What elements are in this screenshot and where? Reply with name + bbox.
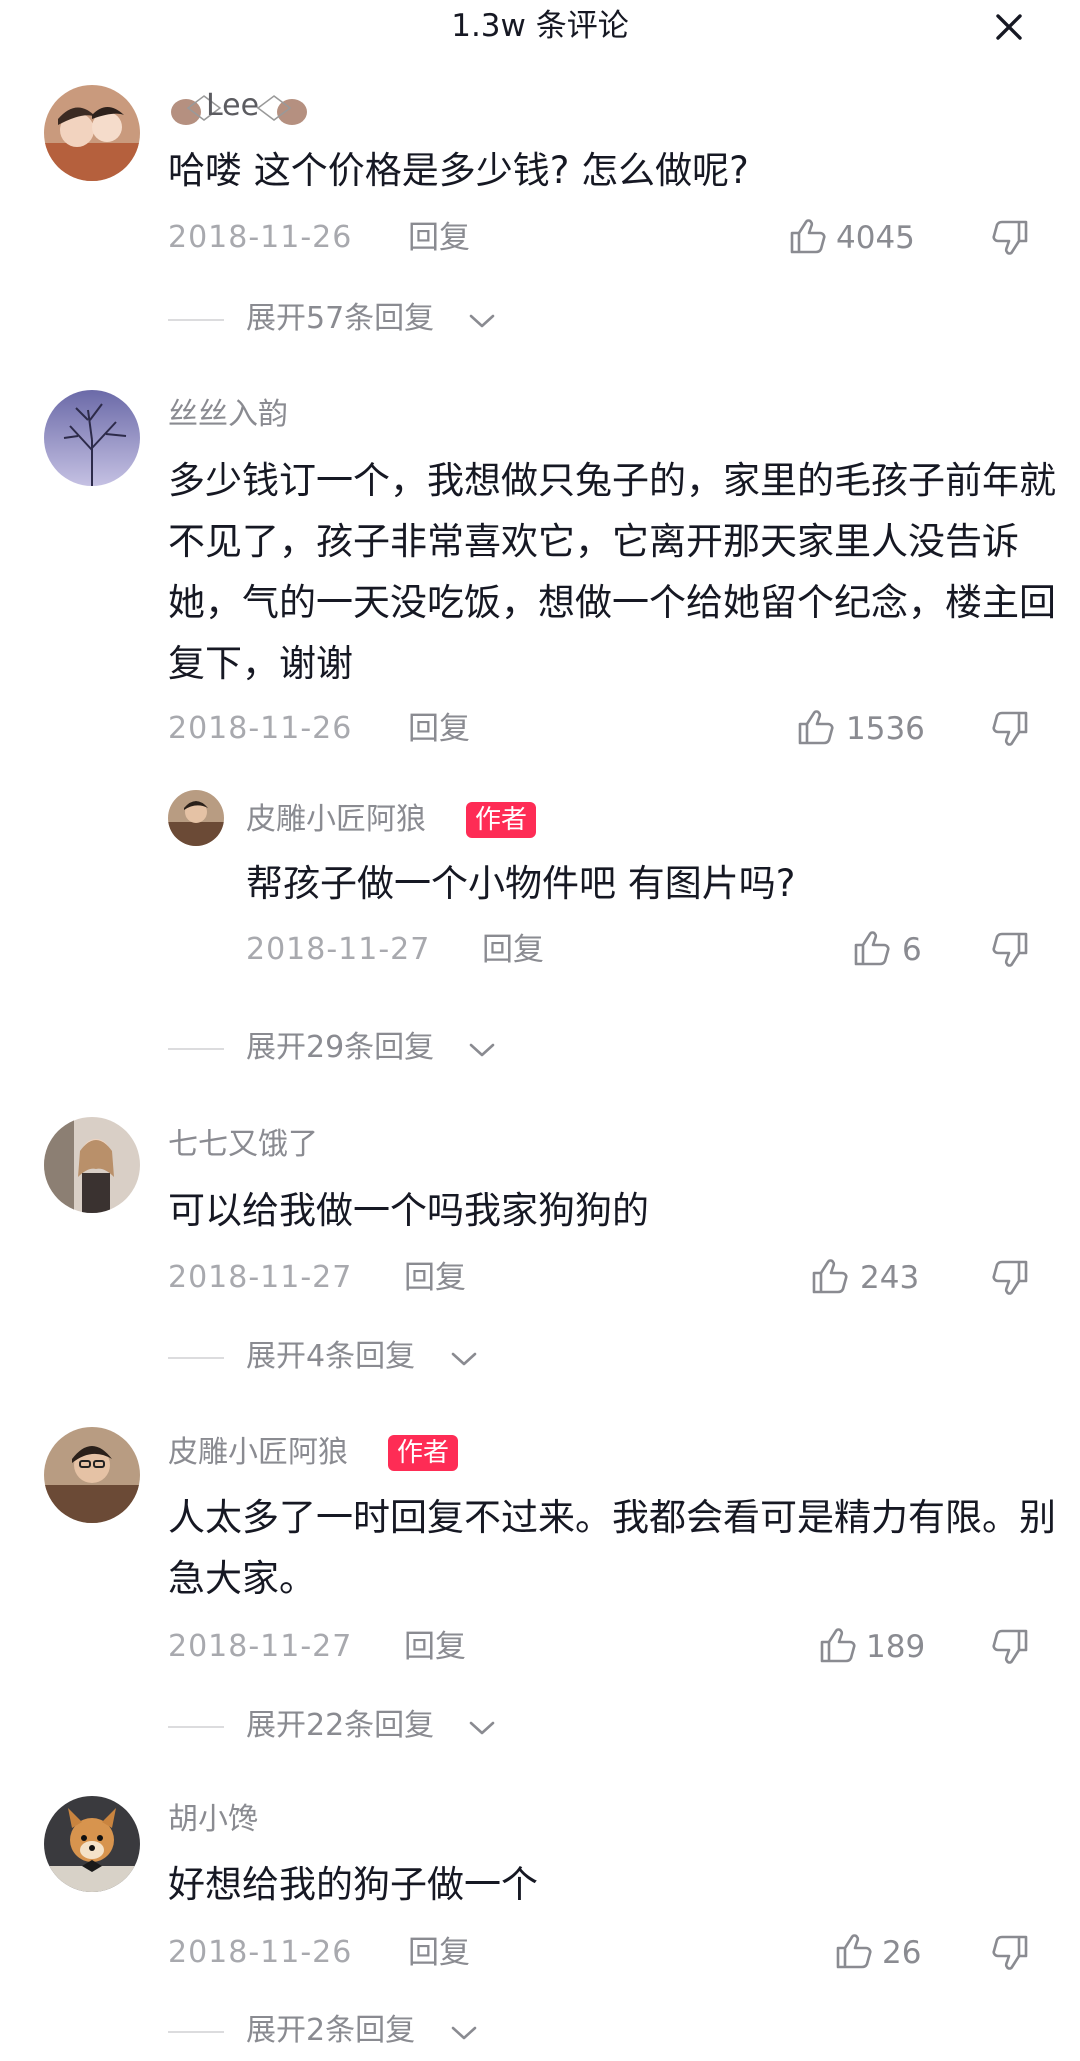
comments-count-title: 1.3w 条评论 [451,8,629,44]
expand-divider [168,1048,224,1050]
like-count: 6 [902,932,922,968]
like-icon[interactable] [834,1931,874,1971]
like-count: 243 [860,1260,920,1296]
dislike-icon[interactable] [990,930,1030,970]
like-icon[interactable] [788,216,828,256]
expand-divider [168,1726,224,1728]
comment-username[interactable]: 丝丝入韵 [168,395,288,435]
chevron-down-icon [450,1349,478,1369]
author-badge: 作者 [388,1435,459,1471]
expand-replies-button[interactable]: 展开57条回复 [246,299,434,339]
like-icon[interactable] [818,1625,858,1665]
reply-username[interactable]: 皮雕小匠阿狼 [246,800,426,840]
close-icon [996,14,1022,40]
comment-text: 多少钱订一个，我想做只兔子的，家里的毛孩子前年就不见了，孩子非常喜欢它，它离开那… [168,459,1056,685]
avatar[interactable] [168,790,224,846]
reply-button[interactable]: 回复 [404,1258,466,1298]
comment-text: 可以给我做一个吗我家狗狗的 [168,1189,649,1232]
dislike-icon[interactable] [990,218,1030,258]
comment-text: 好想给我的狗子做一个 [168,1863,538,1906]
comment-username[interactable]: 七七又饿了 [168,1125,318,1165]
comment-date: 2018-11-26 [168,1935,353,1970]
reply-text: 帮孩子做一个小物件吧 有图片吗? [246,862,796,905]
like-count: 4045 [836,220,915,256]
expand-replies-button[interactable]: 展开2条回复 [246,2011,415,2051]
comment-date: 2018-11-27 [168,1260,353,1295]
expand-divider [168,2031,224,2033]
expand-replies-button[interactable]: 展开29条回复 [246,1028,434,1068]
chevron-down-icon [468,1040,496,1060]
comment-username[interactable]: Lee [206,86,259,126]
chevron-down-icon [468,311,496,331]
comment-text: 哈喽 这个价格是多少钱? 怎么做呢? [168,149,749,192]
comment-date: 2018-11-26 [168,711,353,746]
like-icon[interactable] [852,928,892,968]
like-icon[interactable] [810,1256,850,1296]
avatar[interactable] [44,85,140,181]
reply-date: 2018-11-27 [246,932,431,967]
reply-button[interactable]: 回复 [408,218,470,258]
comment-username[interactable]: 胡小馋 [168,1800,258,1840]
avatar[interactable] [44,1427,140,1523]
expand-divider [168,1357,224,1359]
dislike-icon[interactable] [990,1258,1030,1298]
dislike-icon[interactable] [990,1933,1030,1973]
chevron-down-icon [468,1718,496,1738]
avatar[interactable] [44,1117,140,1213]
comment-username[interactable]: 皮雕小匠阿狼 [168,1433,348,1473]
expand-divider [168,319,224,321]
comment-date: 2018-11-26 [168,220,353,255]
reply-button[interactable]: 回复 [408,709,470,749]
reply-button[interactable]: 回复 [482,930,544,970]
reply-button[interactable]: 回复 [408,1933,470,1973]
like-icon[interactable] [796,707,836,747]
author-badge: 作者 [466,802,537,838]
expand-replies-button[interactable]: 展开22条回复 [246,1706,434,1746]
comment-text: 人太多了一时回复不过来。我都会看可是精力有限。别急大家。 [168,1496,1056,1600]
like-count: 1536 [846,711,925,747]
avatar[interactable] [44,390,140,486]
dislike-icon[interactable] [990,1627,1030,1667]
comments-header: 1.3w 条评论 [0,0,1080,56]
like-count: 26 [882,1935,922,1971]
avatar[interactable] [44,1796,140,1892]
close-button[interactable] [984,2,1034,52]
expand-replies-button[interactable]: 展开4条回复 [246,1337,415,1377]
reply-button[interactable]: 回复 [404,1627,466,1667]
comment-date: 2018-11-27 [168,1629,353,1664]
dislike-icon[interactable] [990,709,1030,749]
chevron-down-icon [450,2023,478,2043]
like-count: 189 [866,1629,926,1665]
